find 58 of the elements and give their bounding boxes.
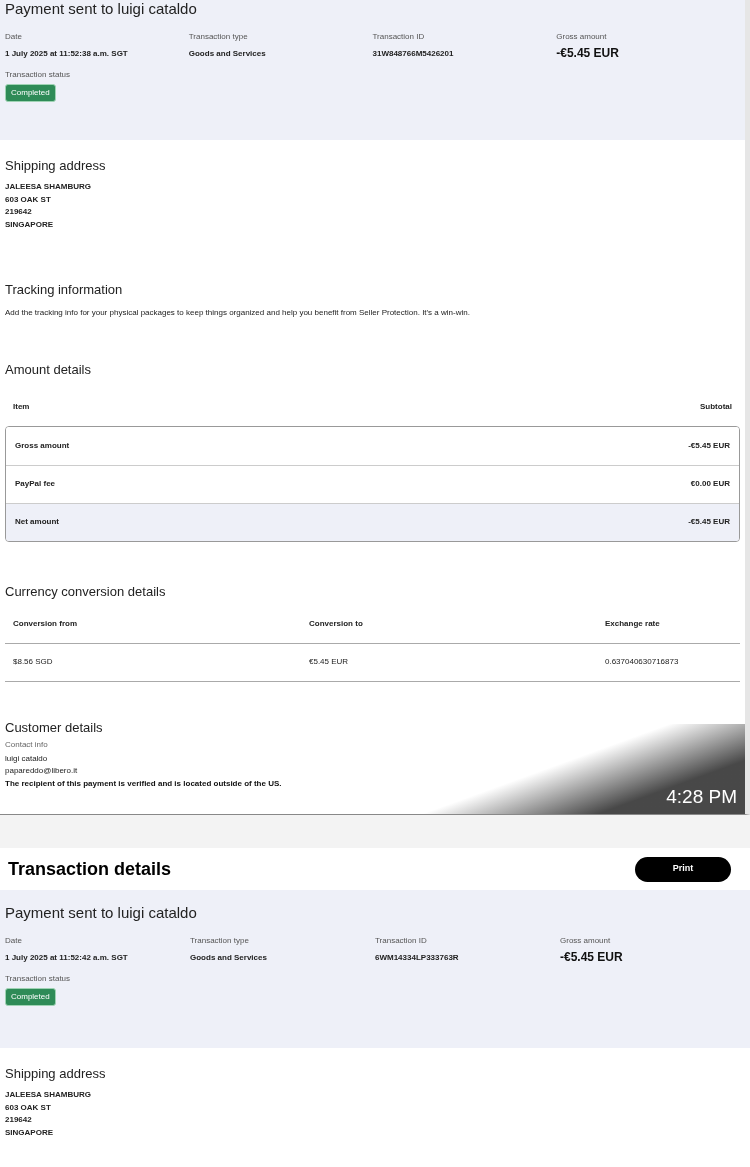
address-line: JALEESA SHAMBURG <box>5 1090 91 1100</box>
field-label: Transaction ID <box>372 32 425 42</box>
contact-line: luigi cataldo <box>5 753 48 764</box>
table-cell: $8.56 SGD <box>13 656 53 668</box>
column-header: Exchange rate <box>605 618 660 630</box>
address-line: 219642 <box>5 1115 32 1125</box>
table-cell: €5.45 EUR <box>309 656 349 668</box>
field-value: 6WM14334LP333763R <box>375 953 459 963</box>
address-line: 603 OAK ST <box>5 194 51 205</box>
column-header: Item <box>13 400 30 413</box>
table-cell: PayPal fee <box>15 478 56 490</box>
section-heading: Customer details <box>5 719 103 736</box>
field-label: Gross amount <box>556 32 607 42</box>
gross-amount: -€5.45 EUR <box>560 950 623 964</box>
status-badge: Completed <box>5 84 56 102</box>
column-header: Subtotal <box>700 400 732 413</box>
field-value: Goods and Services <box>188 49 266 59</box>
field-label: Gross amount <box>560 936 611 946</box>
address-line: 219642 <box>5 207 32 217</box>
contact-line: papareddo@libero.it <box>5 766 78 776</box>
timestamp: 4:28 PM <box>666 786 737 808</box>
verification-note: The recipient of this payment is verified and is located outside of the US. <box>5 778 282 789</box>
field-value: 1 July 2025 at 11:52:38 a.m. SGT <box>5 49 128 59</box>
table-cell: Net amount <box>15 516 59 528</box>
field-label: Date <box>5 936 22 946</box>
table-cell: 0.637040630716873 <box>605 656 679 668</box>
tracking-text: Add the tracking info for your physical packages to keep things organized and help you benefit from Seller Protection. It's a win-win. <box>5 307 470 318</box>
address-line: 603 OAK ST <box>5 1102 51 1113</box>
field-label: Transaction type <box>190 936 249 946</box>
payment-title: Payment sent to luigi cataldo <box>5 0 197 18</box>
table-cell: -€5.45 EUR <box>688 439 730 452</box>
contact-label: Contact info <box>5 739 48 750</box>
section-heading: Tracking information <box>5 281 123 298</box>
address-line: JALEESA SHAMBURG <box>5 182 91 192</box>
status-badge: Completed <box>5 988 56 1006</box>
table-cell: Gross amount <box>15 439 70 452</box>
column-header: Conversion to <box>309 618 363 630</box>
address-line: SINGAPORE <box>5 1127 53 1138</box>
section-heading: Currency conversion details <box>5 583 166 600</box>
page-title: Transaction details <box>8 857 172 881</box>
field-value: Goods and Services <box>190 953 267 963</box>
table-cell: €0.00 EUR <box>690 478 730 490</box>
address-line: SINGAPORE <box>5 219 53 230</box>
payment-title: Payment sent to luigi cataldo <box>5 904 197 922</box>
table-cell: -€5.45 EUR <box>688 516 730 528</box>
status-label: Transaction status <box>5 974 71 984</box>
print-button[interactable]: Print <box>635 856 731 882</box>
field-label: Date <box>5 32 22 42</box>
field-value: 1 July 2025 at 11:52:42 a.m. SGT <box>5 953 128 963</box>
section-heading: Shipping address <box>5 158 106 174</box>
section-heading: Amount details <box>5 361 91 378</box>
status-label: Transaction status <box>5 70 71 80</box>
field-label: Transaction ID <box>375 936 427 946</box>
column-header: Conversion from <box>13 618 77 630</box>
field-value: 31W848766M5426201 <box>372 49 454 59</box>
section-heading: Shipping address <box>5 1066 106 1082</box>
field-label: Transaction type <box>188 32 248 42</box>
gross-amount: -€5.45 EUR <box>556 46 619 60</box>
